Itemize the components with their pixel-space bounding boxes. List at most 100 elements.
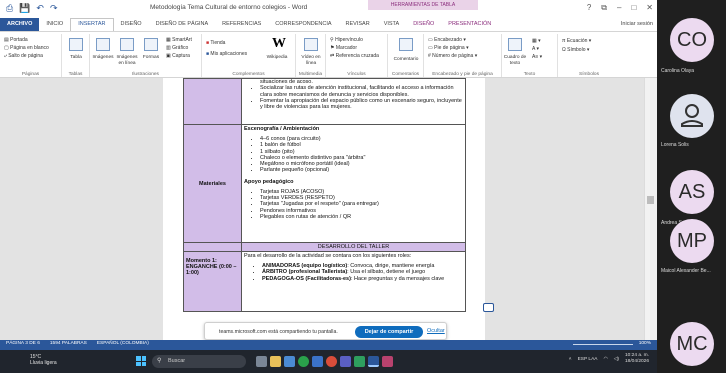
file-explorer-icon[interactable] (270, 356, 281, 367)
workshop-header-cell[interactable]: DESARROLLO DEL TALLER (241, 242, 466, 252)
tab-insertar[interactable]: INSERTAR (70, 18, 114, 31)
chevron-up-icon[interactable]: ˄ (569, 357, 572, 362)
tab-revisar[interactable]: REVISAR (339, 18, 377, 31)
pictures-button[interactable]: Imágenes (90, 55, 116, 61)
redo-icon[interactable]: ↷ (50, 3, 58, 14)
participant-tile[interactable]: AS Andrea Saray (657, 150, 726, 230)
cover-page-button[interactable]: ▤ Portada (4, 37, 28, 44)
online-pictures-icon (120, 38, 134, 51)
tab-referencias[interactable]: REFERENCIAS (215, 18, 268, 31)
scrollbar-thumb[interactable] (647, 196, 654, 204)
tab-diseno[interactable]: DISEÑO (114, 18, 149, 31)
tab-diseno-pagina[interactable]: DISEÑO DE PÁGINA (149, 18, 216, 31)
cover-page-label: Portada (10, 37, 28, 43)
text-box-button[interactable]: Cuadro de texto (502, 55, 528, 66)
objectives-left-cell[interactable] (183, 78, 242, 125)
close-icon[interactable]: ✕ (646, 3, 653, 13)
hide-banner-link[interactable]: Ocultar (427, 328, 445, 334)
language-indicator[interactable]: ESP LAA (578, 357, 598, 362)
tab-table-design[interactable]: DISEÑO (406, 18, 441, 31)
tab-correspondencia[interactable]: CORRESPONDENCIA (268, 18, 338, 31)
page-break-button[interactable]: ⤶ Salto de página (4, 53, 43, 60)
group-comments: Comentario Comentarios (388, 34, 424, 77)
symbol-button[interactable]: Ω Símbolo ▾ (562, 47, 589, 54)
store-button[interactable]: ■ Tienda (206, 40, 225, 47)
group-tables: Tabla Tablas (62, 34, 90, 77)
smartart-button[interactable]: ▦ SmartArt (166, 37, 192, 44)
edge-icon[interactable] (284, 356, 295, 367)
minimize-icon[interactable]: – (617, 3, 621, 13)
language-indicator[interactable]: ESPAÑOL (COLOMBIA) (97, 341, 149, 346)
wordart-icon[interactable]: A ▾ (532, 46, 539, 53)
materials-cell[interactable]: Escenografía / Ambientación 4–6 conos (p… (241, 124, 466, 243)
ribbon-display-icon[interactable]: ⧉ (601, 3, 607, 13)
chrome-icon[interactable] (298, 356, 309, 367)
help-icon[interactable]: ? (587, 3, 591, 13)
volume-icon[interactable]: ◁) (614, 357, 619, 362)
maximize-icon[interactable]: □ (631, 3, 636, 13)
new-comment-button[interactable]: Comentario (393, 57, 419, 63)
objectives-cell[interactable]: situaciones de acoso. Socializar las rut… (241, 78, 466, 125)
participant-tile[interactable]: Lorena Solis (657, 80, 726, 150)
participant-tile[interactable]: MP Maicol Alexander Be... (657, 219, 726, 310)
clock[interactable]: 10:24 a. m. 18/04/2026 (625, 353, 649, 365)
sign-in-link[interactable]: Iniciar sesión (621, 21, 653, 27)
taskbar-search[interactable]: ⚲ Buscar (152, 355, 246, 368)
moment-cell[interactable]: Para el desarrollo de la actividad se co… (241, 251, 466, 312)
participant-tile[interactable]: CO Carolina Olaya (657, 0, 726, 80)
footer-button[interactable]: ▭ Pie de página ▾ (428, 45, 469, 52)
page-number-button[interactable]: # Número de página ▾ (428, 53, 477, 60)
drop-cap-icon[interactable]: A≡ ▾ (532, 54, 542, 61)
materials-label-cell[interactable]: Materiales (183, 124, 242, 243)
my-apps-button[interactable]: ■ Mis aplicaciones (206, 51, 247, 58)
online-pictures-button[interactable]: Imágenes en línea (114, 55, 140, 66)
wikipedia-button[interactable]: Wikipedia (264, 55, 290, 61)
excel-icon[interactable] (354, 356, 365, 367)
screenshot-button[interactable]: ▣ Captura (166, 53, 190, 60)
cross-reference-label: Referencia cruzada (335, 53, 379, 59)
participant-tile[interactable]: MC (657, 310, 726, 373)
save-icon[interactable]: 💾 (19, 3, 30, 14)
shapes-button[interactable]: Formas (138, 55, 164, 61)
wifi-icon[interactable]: ◠ (604, 357, 608, 362)
word-taskbar-icon[interactable] (368, 356, 379, 367)
tab-table-layout[interactable]: PRESENTACIÓN (441, 18, 498, 31)
avatar: CO (670, 18, 714, 62)
stop-sharing-button[interactable]: Dejar de compartir (355, 326, 423, 338)
status-left: PÁGINA 3 DE 6 1594 PALABRAS ESPAÑOL (COL… (6, 341, 149, 346)
document-page[interactable]: situaciones de acoso. Socializar las rut… (163, 78, 485, 340)
tab-vista[interactable]: VISTA (377, 18, 407, 31)
weather-widget[interactable]: 15°C Lluvia ligera (30, 354, 57, 366)
hyperlink-button[interactable]: ⚲ Hipervínculo (330, 37, 363, 44)
outlook-icon[interactable] (312, 356, 323, 367)
quick-parts-icon[interactable]: ▦ ▾ (532, 38, 541, 45)
participant-name: Lorena Solis (661, 142, 689, 148)
group-media-label: Multimedia (298, 72, 323, 77)
page-count[interactable]: PÁGINA 3 DE 6 (6, 341, 40, 346)
zoom-level[interactable]: 100% (639, 341, 651, 346)
quick-access-toolbar: ⎙ 💾 ↶ ↷ (6, 3, 58, 14)
chart-button[interactable]: ▥ Gráfico (166, 45, 188, 52)
tab-inicio[interactable]: INICIO (39, 18, 70, 31)
comment-marker-icon[interactable] (483, 303, 494, 312)
cross-reference-button[interactable]: ⇄ Referencia cruzada (330, 53, 379, 60)
app-icon[interactable] (326, 356, 337, 367)
table-button[interactable]: Tabla (63, 55, 89, 61)
undo-icon[interactable]: ↶ (36, 3, 44, 14)
task-view-icon[interactable] (256, 356, 267, 367)
person-icon (681, 104, 703, 127)
header-left-cell[interactable] (183, 242, 242, 252)
start-icon[interactable] (136, 356, 146, 366)
blank-page-button[interactable]: ▢ Página en blanco (4, 45, 49, 52)
teams-icon[interactable] (340, 356, 351, 367)
online-video-button[interactable]: Vídeo en línea (298, 55, 324, 66)
header-button[interactable]: ▭ Encabezado ▾ (428, 37, 466, 44)
app-icon-2[interactable] (382, 356, 393, 367)
bookmark-button[interactable]: ⚑ Marcador (330, 45, 357, 52)
moment-label-cell[interactable]: Momento 1: ENGANCHE (0:00 – 1:00) (183, 251, 242, 312)
equation-button[interactable]: π Ecuación ▾ (562, 38, 591, 45)
tab-archivo[interactable]: ARCHIVO (0, 18, 40, 31)
vertical-scrollbar[interactable] (644, 78, 657, 340)
word-count[interactable]: 1594 PALABRAS (50, 341, 87, 346)
zoom-slider[interactable] (573, 344, 633, 345)
